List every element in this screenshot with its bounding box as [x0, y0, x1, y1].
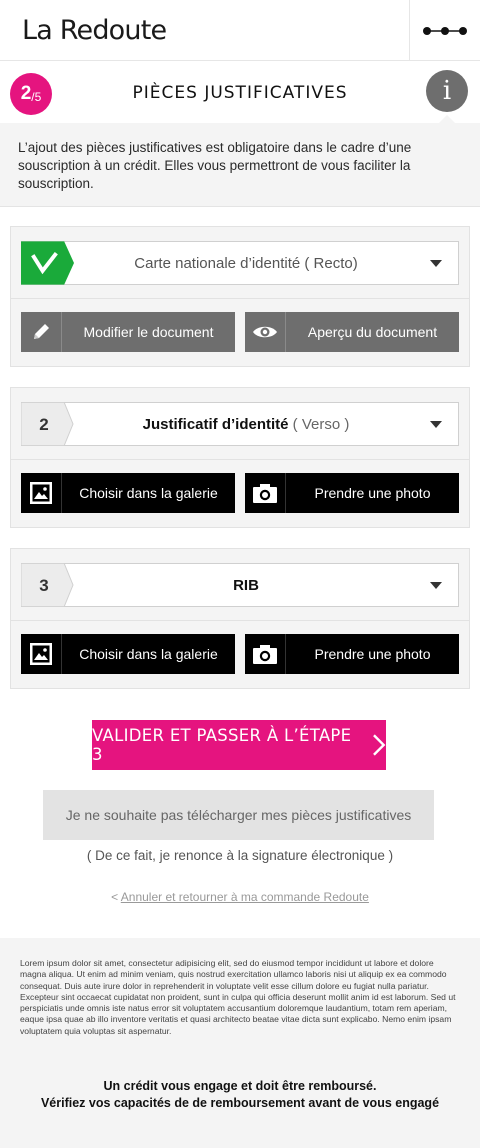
document-title: Justificatif d’identité — [142, 415, 289, 433]
button-label: Prendre une photo — [314, 485, 431, 501]
document-subtitle: ( Verso ) — [292, 415, 350, 433]
divider — [11, 298, 469, 299]
document-block-id-verso: 2 Justificatif d’identité ( Verso ) Choi… — [10, 387, 470, 528]
document-title: Carte nationale d’identité — [134, 254, 301, 272]
more-dots-icon — [423, 26, 467, 35]
cancel-link[interactable]: Annuler et retourner à ma commande Redou… — [121, 890, 369, 904]
app-header: La Redoute — [0, 0, 480, 61]
intro-text: L’ajout des pièces justificatives est ob… — [0, 123, 480, 207]
logo[interactable]: La Redoute — [22, 15, 167, 46]
gallery-button[interactable]: Choisir dans la galerie — [21, 473, 235, 513]
button-label: Modifier le document — [83, 324, 214, 340]
page-title: PIÈCES JUSTIFICATIVES — [132, 83, 348, 103]
document-block-id-recto: Carte nationale d’identité ( Recto) Modi… — [10, 226, 470, 367]
skip-note: ( De ce fait, je renonce à la signature … — [86, 848, 394, 863]
divider — [11, 459, 469, 460]
legal-text: Lorem ipsum dolor sit amet, consectetur … — [20, 958, 456, 1036]
document-subtitle: ( Recto) — [304, 254, 358, 272]
info-pointer — [439, 115, 455, 123]
menu-button[interactable] — [409, 0, 480, 61]
document-number: 2 — [39, 415, 49, 434]
check-icon — [21, 241, 74, 285]
gallery-icon — [21, 634, 62, 674]
credit-warning: Un crédit vous engage et doit être rembo… — [0, 1078, 480, 1112]
skip-upload-button[interactable]: Je ne souhaite pas télécharger mes pièce… — [43, 790, 434, 840]
chevron-down-icon — [430, 260, 442, 267]
button-label: Aperçu du document — [307, 324, 438, 340]
validate-label: VALIDER ET PASSER À L’ÉTAPE 3 — [92, 726, 352, 764]
document-block-rib: 3 RIB Choisir dans la galerie Prendre un… — [10, 548, 470, 689]
chevron-down-icon — [430, 582, 442, 589]
button-label: Choisir dans la galerie — [79, 646, 218, 662]
chevron-down-icon — [430, 421, 442, 428]
document-select[interactable]: 3 RIB — [21, 563, 459, 607]
validate-button[interactable]: VALIDER ET PASSER À L’ÉTAPE 3 — [92, 720, 386, 770]
edit-document-button[interactable]: Modifier le document — [21, 312, 235, 352]
legal-footer: Lorem ipsum dolor sit amet, consectetur … — [0, 938, 480, 1148]
eye-icon — [245, 312, 286, 352]
document-select[interactable]: 2 Justificatif d’identité ( Verso ) — [21, 402, 459, 446]
info-icon: i — [442, 76, 452, 106]
pencil-icon — [21, 312, 62, 352]
warning-line-2: Vérifiez vos capacités de de rembourseme… — [40, 1096, 440, 1110]
divider — [11, 620, 469, 621]
chevron-right-icon — [373, 734, 386, 756]
gallery-button[interactable]: Choisir dans la galerie — [21, 634, 235, 674]
gallery-icon — [21, 473, 62, 513]
take-photo-button[interactable]: Prendre une photo — [245, 473, 459, 513]
step-bar: 2 /5 PIÈCES JUSTIFICATIVES i — [0, 61, 480, 123]
preview-document-button[interactable]: Aperçu du document — [245, 312, 459, 352]
document-select[interactable]: Carte nationale d’identité ( Recto) — [21, 241, 459, 285]
back-chevron-icon: < — [111, 890, 119, 904]
button-label: Prendre une photo — [314, 646, 431, 662]
warning-line-1: Un crédit vous engage et doit être rembo… — [103, 1079, 377, 1093]
document-number: 3 — [39, 576, 49, 595]
camera-icon — [245, 634, 286, 674]
button-label: Choisir dans la galerie — [79, 485, 218, 501]
take-photo-button[interactable]: Prendre une photo — [245, 634, 459, 674]
camera-icon — [245, 473, 286, 513]
document-title: RIB — [233, 576, 259, 594]
info-button[interactable]: i — [426, 70, 468, 112]
cancel-link-row: < Annuler et retourner à ma commande Red… — [0, 890, 480, 904]
